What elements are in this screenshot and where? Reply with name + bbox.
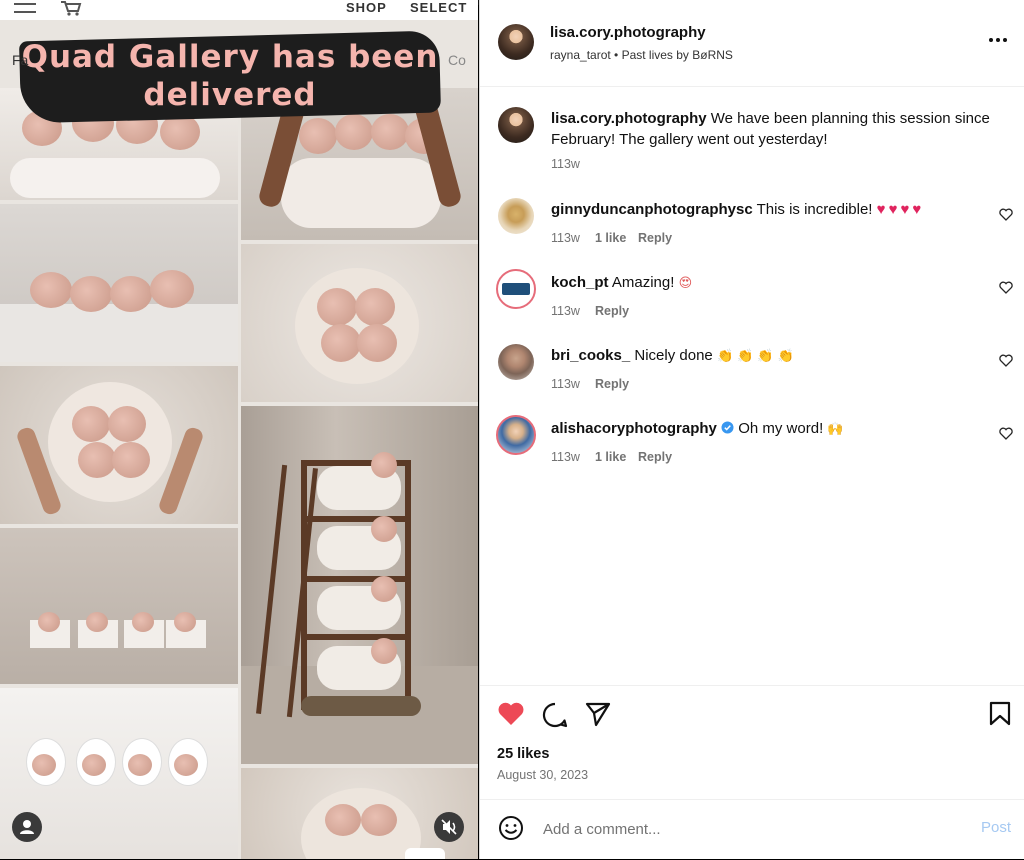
comment-emoji: 👏👏👏👏 xyxy=(716,349,798,364)
cart-icon[interactable] xyxy=(60,0,82,16)
photo-tile xyxy=(0,528,238,684)
reply-button[interactable]: Reply xyxy=(595,377,629,391)
comment-username[interactable]: bri_cooks_ xyxy=(551,347,630,364)
comment-bubble-icon[interactable] xyxy=(541,701,569,729)
shop-link[interactable]: SHOP xyxy=(346,0,387,15)
comment-body: bri_cooks_ Nicely done 👏👏👏👏 xyxy=(551,345,981,367)
photo-tile xyxy=(0,366,238,524)
photo-tile xyxy=(0,204,238,362)
comment-body: alishacoryphotography Oh my word! 🙌 xyxy=(551,418,981,440)
comment-avatar[interactable] xyxy=(496,415,536,455)
reply-button[interactable]: Reply xyxy=(638,231,672,245)
photo-tile xyxy=(241,244,478,402)
action-bar xyxy=(480,685,1024,800)
post-details-panel: lisa.cory.photography rayna_tarot • Past… xyxy=(479,0,1024,859)
author-avatar[interactable] xyxy=(498,24,534,60)
comment-avatar[interactable] xyxy=(498,198,534,234)
comment-body: ginnyduncanphotographysc This is incredi… xyxy=(551,199,981,220)
post-comment-button[interactable]: Post xyxy=(981,819,1011,836)
comment-username[interactable]: koch_pt xyxy=(551,274,609,291)
website-topbar: SHOP SELECT xyxy=(0,0,478,20)
comment-like-heart-icon[interactable] xyxy=(999,354,1013,367)
comment-like-heart-icon[interactable] xyxy=(999,281,1013,294)
comment-username[interactable]: ginnyduncanphotographysc xyxy=(551,201,753,218)
photo-tile xyxy=(241,406,478,764)
comment-avatar[interactable] xyxy=(498,344,534,380)
comment-username[interactable]: alishacoryphotography xyxy=(551,420,717,437)
mute-button[interactable] xyxy=(434,812,464,842)
tagged-users-button[interactable] xyxy=(12,812,42,842)
comment-like-heart-icon[interactable] xyxy=(999,208,1013,221)
media-scroll-handle xyxy=(405,848,445,859)
speaker-muted-icon xyxy=(441,819,457,835)
post-media[interactable]: SHOP SELECT Quad Gallery has been delive… xyxy=(0,0,478,859)
like-count[interactable]: 25 likes xyxy=(497,746,549,762)
post-header: lisa.cory.photography rayna_tarot • Past… xyxy=(480,0,1024,87)
caption: lisa.cory.photography We have been plann… xyxy=(551,108,1001,150)
like-heart-icon[interactable] xyxy=(497,701,525,727)
comment-emoji: 🙌 xyxy=(827,422,844,437)
comment-input[interactable] xyxy=(541,816,945,842)
comment-emoji: ♥♥♥♥ xyxy=(876,201,925,218)
audio-subline[interactable]: rayna_tarot • Past lives by BøRNS xyxy=(550,48,733,62)
caption-avatar[interactable] xyxy=(498,107,534,143)
comment-time[interactable]: 113w xyxy=(551,231,580,245)
comment-time[interactable]: 113w xyxy=(551,450,580,464)
emoji-smiley-icon[interactable] xyxy=(498,815,524,841)
comment-text: Oh my word! xyxy=(738,420,824,437)
caption-author[interactable]: lisa.cory.photography xyxy=(551,110,707,127)
comment-text: Amazing! xyxy=(611,274,675,291)
banner-text: Quad Gallery has been delivered xyxy=(20,38,440,114)
comment-like-heart-icon[interactable] xyxy=(999,427,1013,440)
reply-button[interactable]: Reply xyxy=(595,304,629,318)
website-tab-fa: Fa xyxy=(12,52,29,68)
hamburger-menu-icon[interactable] xyxy=(14,2,36,14)
banner-line-1: Quad Gallery has been xyxy=(21,39,439,75)
select-link[interactable]: SELECT xyxy=(410,0,467,15)
comment-avatar[interactable] xyxy=(496,269,536,309)
comment-emoji: 😍 xyxy=(678,276,693,291)
share-paper-plane-icon[interactable] xyxy=(584,701,612,727)
comment-body: koch_pt Amazing! 😍 xyxy=(551,272,981,294)
user-icon xyxy=(20,820,34,834)
website-tab-co: Co xyxy=(448,52,466,68)
banner-line-2: delivered xyxy=(143,77,317,113)
comment-text: Nicely done xyxy=(634,347,713,364)
comment-time[interactable]: 113w xyxy=(551,377,580,391)
verified-badge-icon xyxy=(721,421,734,434)
post-date[interactable]: August 30, 2023 xyxy=(497,768,588,782)
koch-logo xyxy=(502,283,530,295)
comment-like-count[interactable]: 1 like xyxy=(595,450,626,464)
comment-time[interactable]: 113w xyxy=(551,304,580,318)
comment-like-count[interactable]: 1 like xyxy=(595,231,626,245)
comment-text: This is incredible! xyxy=(756,201,873,218)
caption-time[interactable]: 113w xyxy=(551,157,580,171)
save-bookmark-icon[interactable] xyxy=(989,701,1011,727)
more-options-icon[interactable] xyxy=(988,36,1008,44)
author-username[interactable]: lisa.cory.photography xyxy=(550,24,706,41)
reply-button[interactable]: Reply xyxy=(638,450,672,464)
